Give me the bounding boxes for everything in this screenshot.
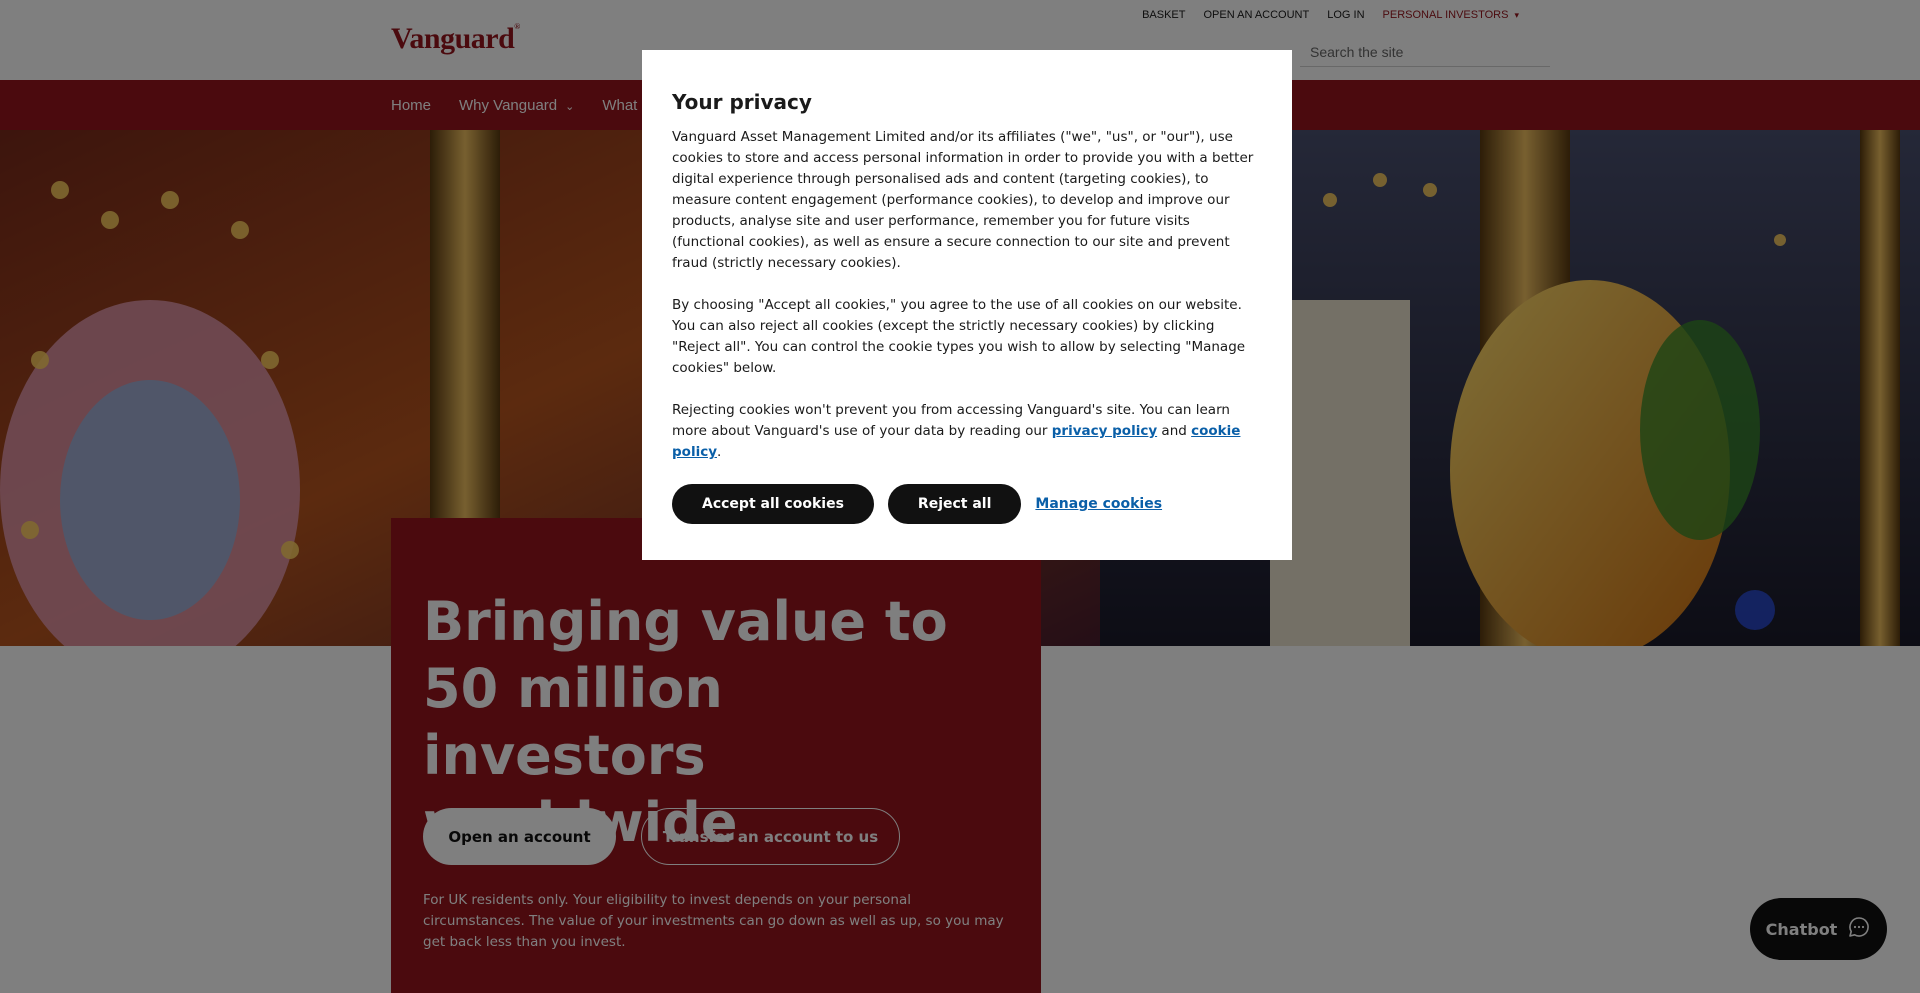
and-text: and — [1161, 423, 1187, 439]
privacy-title: Your privacy — [672, 90, 812, 114]
privacy-actions: Accept all cookies Reject all Manage coo… — [672, 484, 1262, 524]
period-text: . — [717, 444, 722, 460]
privacy-paragraph-3: Rejecting cookies won't prevent you from… — [672, 400, 1262, 463]
accept-all-cookies-button[interactable]: Accept all cookies — [672, 484, 874, 524]
privacy-paragraph-1: Vanguard Asset Management Limited and/or… — [672, 129, 1254, 271]
reject-all-button[interactable]: Reject all — [887, 484, 1022, 524]
privacy-dialog: Your privacy Vanguard Asset Management L… — [642, 50, 1292, 560]
privacy-paragraph-2: By choosing "Accept all cookies," you ag… — [672, 297, 1246, 376]
manage-cookies-link[interactable]: Manage cookies — [1035, 496, 1162, 512]
privacy-policy-link[interactable]: privacy policy — [1052, 423, 1157, 439]
